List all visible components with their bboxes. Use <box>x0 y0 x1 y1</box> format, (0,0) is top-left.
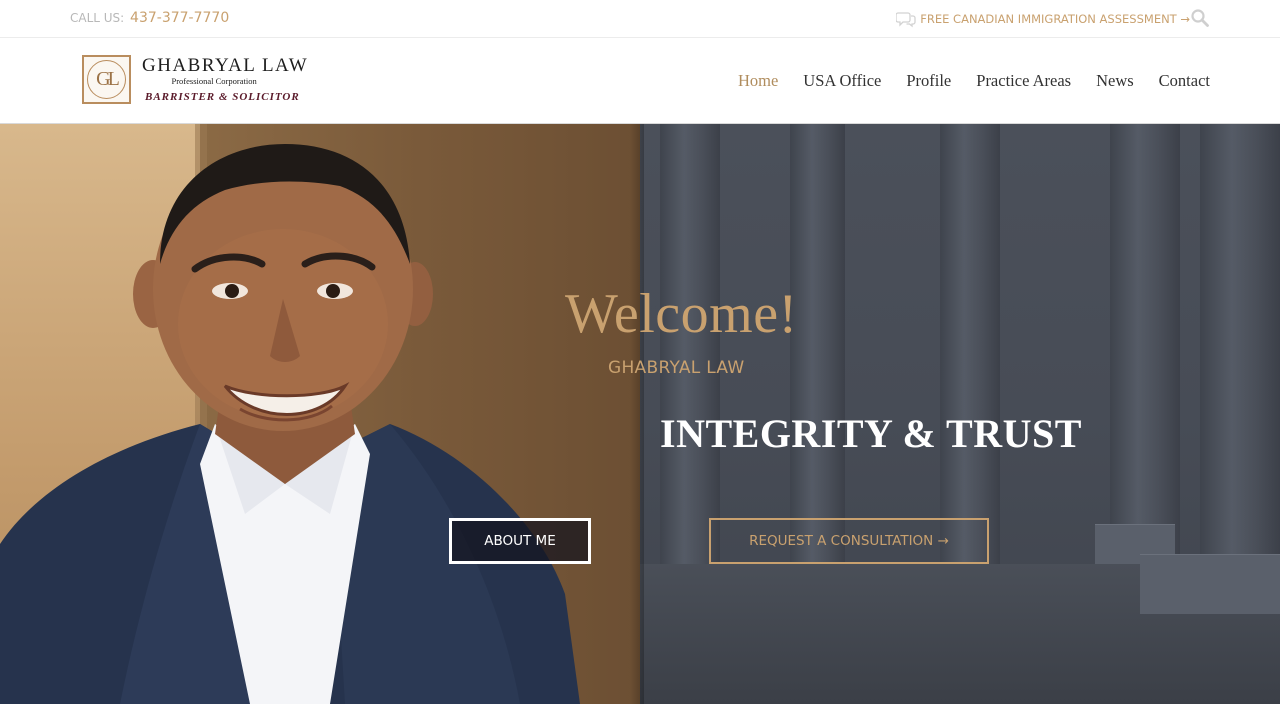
logo-text: GHABRYAL LAW Professional Corporation BA… <box>142 56 308 103</box>
nav-contact[interactable]: Contact <box>1159 71 1210 91</box>
hero-headline: INTEGRITY & TRUST <box>660 411 1082 456</box>
site-logo[interactable]: GL GHABRYAL LAW Professional Corporation… <box>82 55 308 104</box>
request-consultation-button[interactable]: REQUEST A CONSULTATION → <box>709 518 989 564</box>
chat-bubbles-icon <box>896 12 916 28</box>
logo-name: GHABRYAL LAW <box>142 55 309 77</box>
column-base <box>1140 554 1280 614</box>
site-header: GL GHABRYAL LAW Professional Corporation… <box>0 38 1280 124</box>
logo-tagline: BARRISTER & SOLICITOR <box>145 90 300 103</box>
main-nav: Home USA Office Profile Practice Areas N… <box>738 71 1210 91</box>
welcome-heading: Welcome! <box>565 283 798 345</box>
nav-profile[interactable]: Profile <box>906 71 951 91</box>
nav-home[interactable]: Home <box>738 71 778 91</box>
logo-monogram: GL <box>82 55 131 104</box>
assessment-link[interactable]: FREE CANADIAN IMMIGRATION ASSESSMENT → <box>896 10 1190 28</box>
assessment-label: FREE CANADIAN IMMIGRATION ASSESSMENT → <box>920 12 1190 26</box>
hero-section: Welcome! GHABRYAL LAW INTEGRITY & TRUST … <box>0 124 1280 704</box>
attorney-portrait <box>0 144 580 704</box>
hero-subtitle: GHABRYAL LAW <box>608 358 745 378</box>
about-me-button[interactable]: ABOUT ME <box>449 518 591 564</box>
nav-usa-office[interactable]: USA Office <box>803 71 881 91</box>
photo-divider <box>630 124 644 704</box>
phone-link[interactable]: 437-377-7770 <box>130 10 229 26</box>
logo-monogram-text: GL <box>87 60 126 99</box>
nav-news[interactable]: News <box>1096 71 1134 91</box>
bottom-strip <box>0 704 1280 720</box>
top-bar: CALL US: 437-377-7770 FREE CANADIAN IMMI… <box>0 0 1280 38</box>
logo-corporation: Professional Corporation <box>171 76 257 87</box>
nav-practice-areas[interactable]: Practice Areas <box>976 71 1071 91</box>
call-us: CALL US: 437-377-7770 <box>70 10 229 26</box>
call-label: CALL US: <box>70 11 125 25</box>
search-icon[interactable] <box>1190 8 1210 28</box>
